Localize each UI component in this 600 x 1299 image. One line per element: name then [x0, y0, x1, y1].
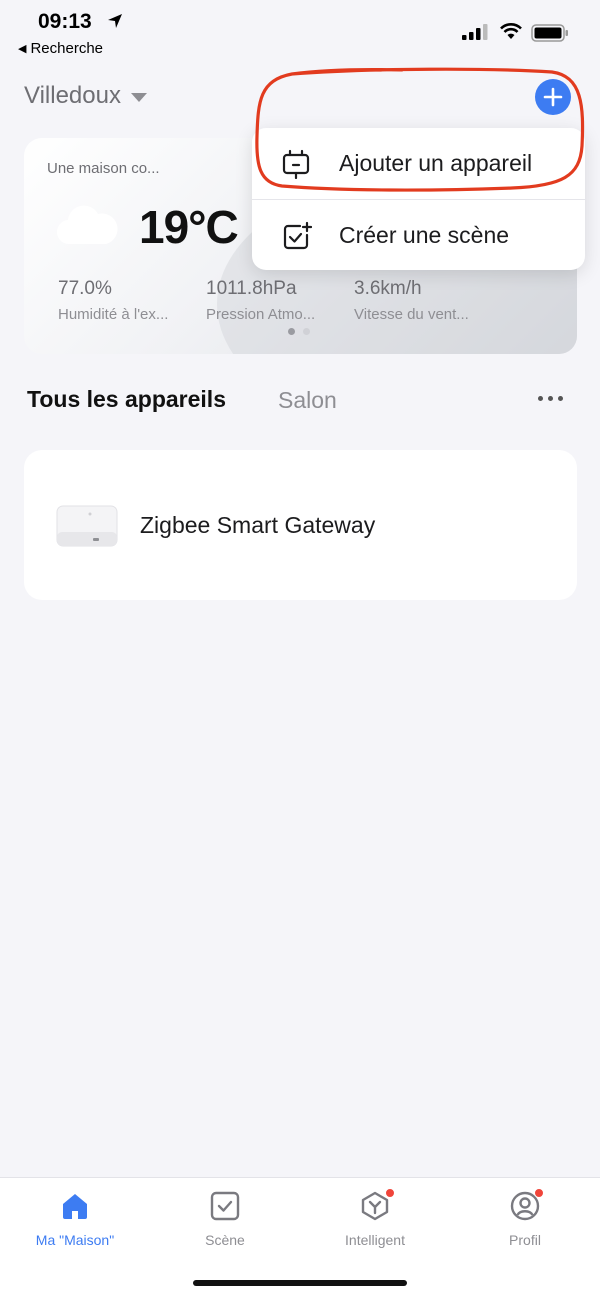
pressure-stat: 1011.8hPa Pression Atmo...: [206, 278, 315, 323]
home-indicator: [193, 1280, 407, 1286]
wind-stat: 3.6km/h Vitesse du vent...: [354, 278, 469, 323]
weather-home-label: Une maison co...: [47, 160, 160, 177]
wind-value: 3.6km/h: [354, 278, 422, 299]
tab-smart[interactable]: Intelligent: [300, 1188, 450, 1248]
notification-badge: [534, 1188, 544, 1198]
pressure-value: 1011.8hPa: [206, 278, 297, 299]
menu-label-add-device: Ajouter un appareil: [339, 150, 533, 176]
home-icon: [63, 1194, 87, 1219]
back-triangle-icon: ◀: [18, 43, 27, 55]
home-name: Villedoux: [24, 82, 121, 109]
page-indicator: [288, 328, 310, 335]
tab-profile[interactable]: Profil: [450, 1188, 600, 1248]
status-time: 09:13: [38, 10, 92, 33]
cloud-icon: [56, 205, 118, 245]
add-menu: Ajouter un appareil Créer une scène: [252, 128, 585, 270]
menu-label-create-scene: Créer une scène: [339, 222, 510, 248]
status-bar: 09:13 ◀ Recherche: [0, 0, 600, 70]
location-arrow-icon: [108, 14, 122, 28]
wifi-icon: [500, 23, 522, 39]
tab-all-devices[interactable]: Tous les appareils: [27, 386, 226, 413]
battery-icon: [531, 24, 568, 42]
device-card[interactable]: Zigbee Smart Gateway: [24, 450, 577, 600]
tab-label-smart: Intelligent: [345, 1232, 405, 1248]
tab-home[interactable]: Ma "Maison": [0, 1190, 150, 1248]
tab-label-scene: Scène: [205, 1232, 245, 1248]
humidity-label: Humidité à l'ex...: [58, 306, 169, 323]
page-dot: [288, 328, 295, 335]
chevron-down-icon: [130, 92, 147, 102]
device-name: Zigbee Smart Gateway: [140, 512, 376, 538]
wind-label: Vitesse du vent...: [354, 306, 469, 323]
page-dot: [303, 328, 310, 335]
back-link-label: Recherche: [30, 40, 104, 57]
plus-icon: [543, 87, 563, 107]
more-dot: [548, 396, 553, 401]
add-device-icon: [282, 149, 310, 179]
more-options-button[interactable]: [538, 396, 563, 401]
scene-icon: [210, 1191, 240, 1221]
humidity-stat: 77.0% Humidité à l'ex...: [58, 278, 168, 323]
add-button[interactable]: [535, 79, 571, 115]
tab-label-home: Ma "Maison": [35, 1232, 115, 1248]
menu-item-add-device[interactable]: Ajouter un appareil: [252, 128, 585, 199]
tab-scene[interactable]: Scène: [150, 1190, 300, 1248]
pressure-label: Pression Atmo...: [206, 306, 316, 323]
temperature: 19°C: [139, 201, 239, 253]
gateway-device-image: [56, 505, 118, 547]
cellular-signal-icon: [462, 24, 488, 40]
tab-label-profile: Profil: [509, 1232, 541, 1248]
more-dot: [538, 396, 543, 401]
tab-salon[interactable]: Salon: [278, 387, 337, 414]
humidity-value: 77.0%: [58, 278, 112, 299]
menu-item-create-scene[interactable]: Créer une scène: [252, 200, 585, 271]
create-scene-icon: [283, 221, 312, 249]
more-dot: [558, 396, 563, 401]
back-to-search-link[interactable]: ◀ Recherche: [18, 40, 103, 57]
notification-badge: [385, 1188, 395, 1198]
home-selector[interactable]: Villedoux: [24, 82, 147, 110]
